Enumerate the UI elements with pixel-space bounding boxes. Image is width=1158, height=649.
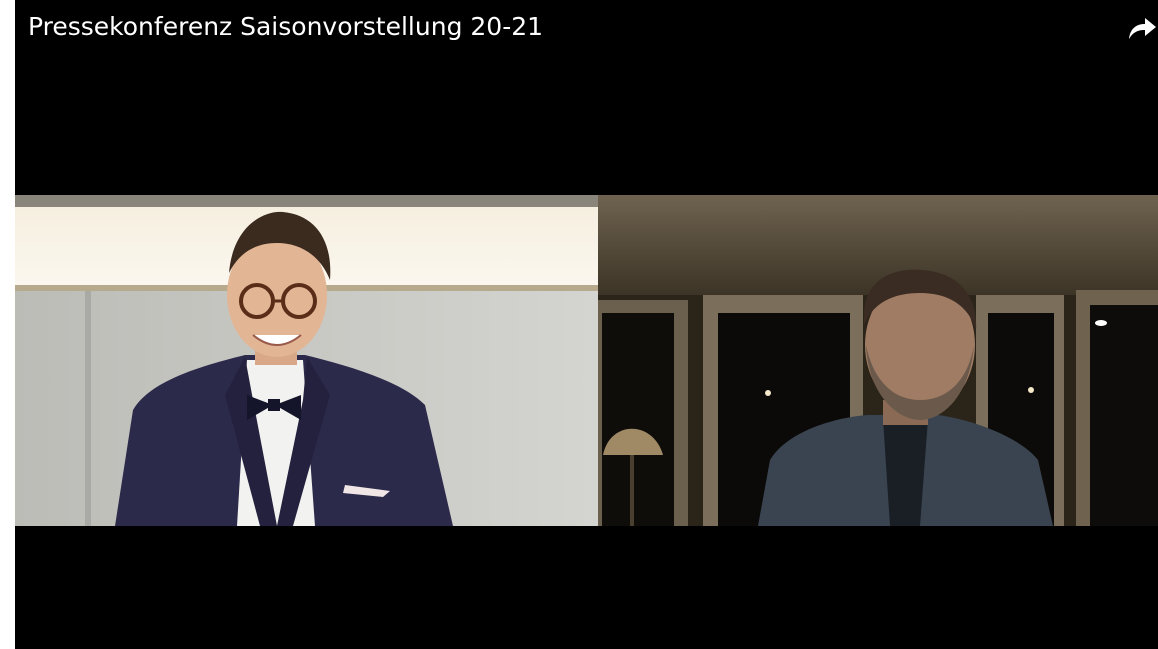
participant-video-left [15, 195, 598, 526]
share-arrow-icon [1129, 18, 1156, 39]
share-button[interactable] [1128, 16, 1158, 42]
right-speaker-image [598, 195, 1158, 526]
left-speaker-image [15, 195, 598, 526]
video-title[interactable]: Pressekonferenz Saisonvorstellung 20-21 [28, 10, 543, 44]
video-player[interactable]: Pressekonferenz Saisonvorstellung 20-21 [15, 0, 1158, 649]
video-frame[interactable] [15, 195, 1158, 526]
participant-video-right [598, 195, 1158, 526]
